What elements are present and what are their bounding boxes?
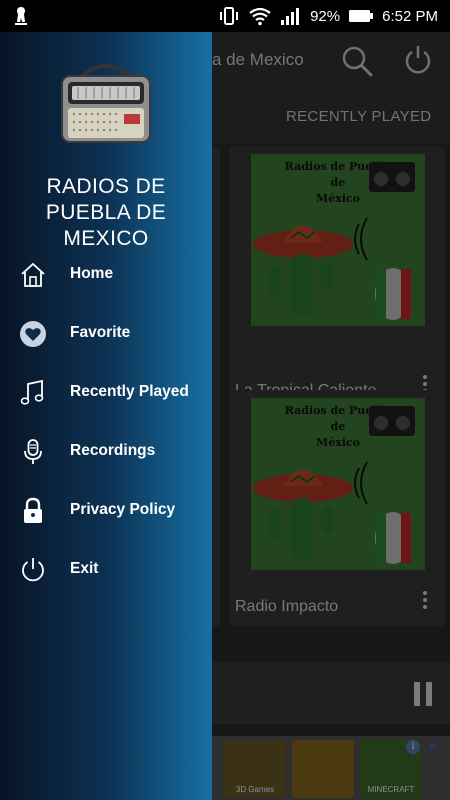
navigation-drawer: RADIOS DE PUEBLA DE MEXICO Home Favorite… xyxy=(0,32,212,800)
power-icon xyxy=(18,555,48,585)
menu-item-privacy-policy[interactable]: Privacy Policy xyxy=(0,486,212,536)
menu-item-label: Recently Played xyxy=(70,383,189,400)
notification-icon xyxy=(12,6,30,26)
vintage-radio-logo xyxy=(58,56,154,153)
wifi-icon xyxy=(248,6,272,26)
home-icon xyxy=(18,260,48,290)
menu-item-label: Exit xyxy=(70,560,99,577)
battery-percent: 92% xyxy=(310,7,341,25)
signal-icon xyxy=(280,6,302,26)
app-title-line: RADIOS DE xyxy=(46,175,166,198)
clock: 6:52 PM xyxy=(382,7,438,25)
menu-item-label: Favorite xyxy=(70,324,131,341)
menu-item-favorite[interactable]: Favorite xyxy=(0,309,212,359)
menu-item-exit[interactable]: Exit xyxy=(0,545,212,595)
lock-icon xyxy=(18,496,48,526)
menu-item-recordings[interactable]: Recordings xyxy=(0,427,212,477)
menu-item-recently-played[interactable]: Recently Played xyxy=(0,368,212,418)
heart-icon xyxy=(18,319,48,349)
microphone-icon xyxy=(18,437,48,467)
menu-item-label: Recordings xyxy=(70,442,156,459)
menu-item-label: Home xyxy=(70,265,114,282)
menu-item-home[interactable]: Home xyxy=(0,250,212,300)
vibrate-icon xyxy=(218,6,240,26)
app-title-line: MEXICO xyxy=(63,227,149,250)
battery-icon xyxy=(348,8,374,24)
music-note-icon xyxy=(18,378,48,408)
app-title-line: PUEBLA DE xyxy=(45,201,167,224)
menu-item-label: Privacy Policy xyxy=(70,501,176,518)
app-title: RADIOS DE PUEBLA DE MEXICO xyxy=(0,174,212,252)
status-bar: 92% 6:52 PM xyxy=(0,0,450,32)
